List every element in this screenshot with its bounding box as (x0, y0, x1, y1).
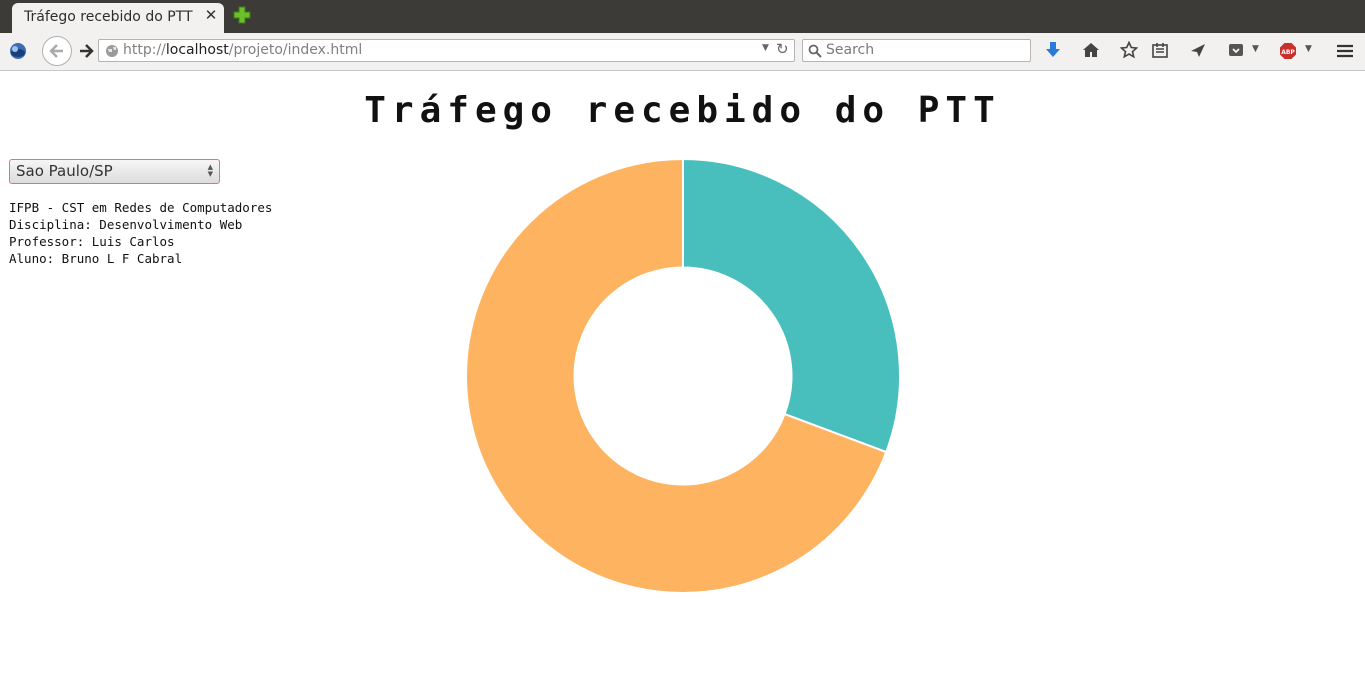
tab-title: Tráfego recebido do PTT (24, 9, 193, 25)
reload-icon[interactable]: ↻ (776, 40, 789, 58)
tab-strip: Tráfego recebido do PTT ✕ (0, 0, 1365, 33)
forward-arrow-icon[interactable] (78, 43, 94, 59)
info-line: Professor: Luis Carlos (9, 234, 175, 249)
pocket-icon[interactable] (1228, 42, 1244, 58)
adblock-dropdown-icon[interactable]: ▼ (1305, 44, 1312, 54)
location-select[interactable]: Sao Paulo/SP ▲ ▼ (9, 159, 220, 184)
url-path: /projeto/index.html (228, 42, 363, 58)
info-line: Disciplina: Desenvolvimento Web (9, 217, 243, 232)
globe-icon (106, 45, 118, 57)
send-icon[interactable] (1190, 42, 1206, 58)
back-button[interactable] (42, 36, 72, 66)
back-arrow-icon (49, 44, 63, 58)
firefox-menu-icon[interactable] (8, 41, 28, 61)
url-dropdown-icon[interactable]: ▼ (762, 43, 769, 53)
info-block: IFPB - CST em Redes de Computadores Disci… (9, 199, 272, 267)
svg-text:ABP: ABP (1281, 49, 1295, 56)
donut-chart (465, 157, 901, 594)
url-text: http://localhost/projeto/index.html (123, 42, 362, 58)
search-icon (808, 44, 822, 58)
hamburger-menu-icon[interactable] (1336, 43, 1354, 59)
url-host: localhost (165, 42, 229, 58)
pocket-dropdown-icon[interactable]: ▼ (1252, 44, 1259, 54)
page-title: Tráfego recebido do PTT (364, 90, 1001, 131)
info-line: IFPB - CST em Redes de Computadores (9, 200, 273, 215)
location-select-value: Sao Paulo/SP (16, 162, 113, 180)
search-input: Search (826, 42, 875, 58)
select-arrows-icon: ▲ ▼ (207, 163, 213, 178)
tab-close-icon[interactable]: ✕ (203, 7, 219, 23)
adblock-plus-icon[interactable]: ABP (1279, 42, 1297, 60)
url-prefix: http:// (123, 42, 166, 58)
bookmark-star-icon[interactable] (1120, 41, 1138, 59)
navigation-toolbar: http://localhost/projeto/index.html ▼ ↻ … (0, 33, 1365, 71)
download-icon[interactable] (1045, 41, 1061, 59)
info-line: Aluno: Bruno L F Cabral (9, 251, 183, 266)
url-bar[interactable]: http://localhost/projeto/index.html ▼ ↻ (98, 39, 795, 62)
donut-slice-0[interactable] (682, 157, 901, 454)
home-icon[interactable] (1082, 41, 1100, 59)
bookmarks-menu-icon[interactable] (1152, 42, 1168, 58)
new-tab-icon[interactable] (233, 6, 251, 24)
search-bar[interactable]: Search (802, 39, 1031, 62)
tab-active[interactable]: Tráfego recebido do PTT ✕ (12, 3, 224, 33)
